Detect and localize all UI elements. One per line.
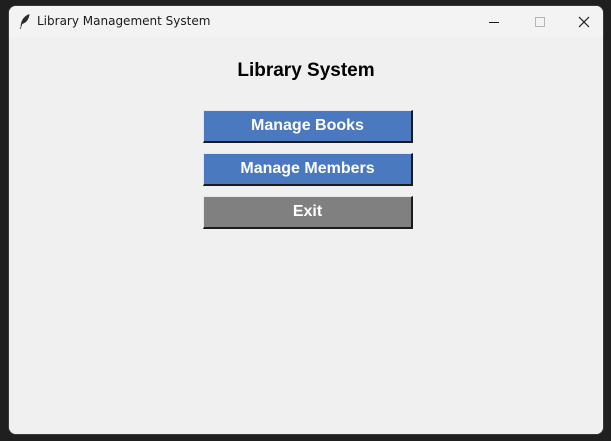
maximize-icon — [535, 17, 545, 27]
minimize-button[interactable] — [471, 6, 517, 37]
window-title: Library Management System — [37, 14, 211, 28]
exit-button[interactable]: Exit — [203, 196, 413, 229]
page-title: Library System — [237, 60, 375, 81]
minimize-icon — [489, 22, 499, 23]
close-button[interactable] — [561, 6, 603, 37]
app-window: Library Management System Library System… — [8, 5, 604, 435]
maximize-button[interactable] — [517, 6, 563, 37]
manage-members-button[interactable]: Manage Members — [203, 153, 413, 186]
feather-icon — [18, 13, 32, 29]
manage-books-button[interactable]: Manage Books — [203, 110, 413, 143]
close-icon — [578, 16, 590, 28]
client-area: Library System Manage Books Manage Membe… — [9, 37, 603, 434]
title-bar[interactable]: Library Management System — [9, 6, 603, 37]
